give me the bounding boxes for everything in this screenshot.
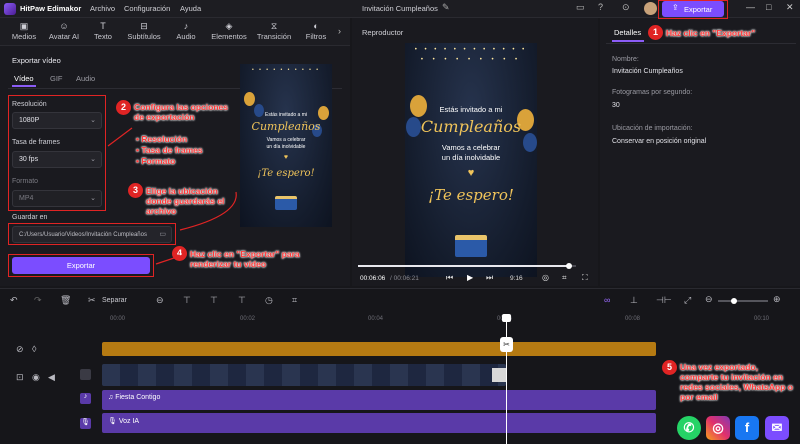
whatsapp-icon[interactable]: ✆ [677, 416, 701, 440]
arrow-2 [107, 127, 133, 147]
email-icon[interactable]: ✉ [765, 416, 789, 440]
instagram-icon[interactable]: ◎ [706, 416, 730, 440]
annotation-arrows [107, 127, 237, 265]
arrow-4 [155, 253, 187, 265]
facebook-icon[interactable]: f [735, 416, 759, 440]
arrow-3 [179, 191, 237, 231]
